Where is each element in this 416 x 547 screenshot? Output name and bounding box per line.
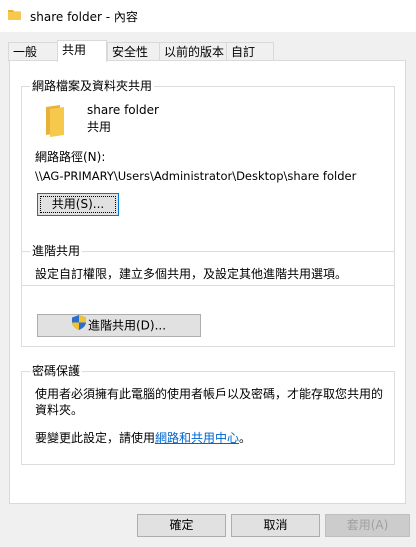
tab-security[interactable]: 安全性 [107, 42, 160, 61]
tab-customize[interactable]: 自訂 [226, 42, 274, 61]
network-path-label: 網路路徑(N): [35, 150, 106, 164]
tab-panel: 網路檔案及資料夾共用 share folder 共用 網路路徑(N): \\AG… [9, 60, 406, 504]
advanced-sharing-description: 設定自訂權限，建立多個共用，及設定其他進階共用選項。 [35, 267, 348, 281]
network-sharing-label: 網路檔案及資料夾共用 [30, 79, 155, 93]
tab-strip: 一般 共用 安全性 以前的版本 自訂 [0, 40, 416, 62]
ok-button[interactable]: 確定 [137, 514, 226, 537]
password-protection-label: 密碼保護 [30, 364, 83, 378]
advanced-sharing-label: 進階共用 [30, 244, 83, 258]
network-path-value: \\AG-PRIMARY\Users\Administrator\Desktop… [35, 169, 357, 183]
tab-sharing[interactable]: 共用 [57, 40, 107, 62]
advanced-sharing-group: 進階共用 設定自訂權限，建立多個共用，及設定其他進階共用選項。 進階共用(D).… [21, 244, 395, 347]
apply-button[interactable]: 套用(A) [325, 514, 410, 537]
change-setting-text: 要變更此設定，請使用網路和共用中心。 [35, 431, 251, 446]
share-button[interactable]: 共用(S)... [37, 193, 119, 216]
folder-icon [42, 105, 68, 140]
cancel-button[interactable]: 取消 [231, 514, 320, 537]
password-protection-group: 密碼保護 使用者必須擁有此電腦的使用者帳戶以及密碼，才能存取您共用的 資料夾。 … [21, 364, 395, 465]
password-description-line1: 使用者必須擁有此電腦的使用者帳戶以及密碼，才能存取您共用的 [35, 387, 384, 401]
tab-previous-versions[interactable]: 以前的版本 [159, 42, 227, 61]
folder-name: share folder [87, 103, 159, 117]
password-description-line2: 資料夾。 [35, 403, 84, 417]
network-sharing-center-link[interactable]: 網路和共用中心 [155, 431, 239, 445]
folder-icon [8, 9, 22, 24]
advanced-sharing-button[interactable]: 進階共用(D)... [37, 314, 201, 337]
window-title: share folder - 內容 [30, 10, 138, 24]
tab-general[interactable]: 一般 [8, 42, 58, 61]
shield-icon [71, 315, 86, 337]
share-status: 共用 [87, 120, 112, 134]
title-bar: share folder - 內容 [0, 0, 416, 32]
advanced-sharing-button-label: 進階共用(D)... [87, 318, 167, 333]
change-setting-suffix: 。 [239, 431, 252, 445]
change-setting-prefix: 要變更此設定，請使用 [35, 431, 156, 445]
